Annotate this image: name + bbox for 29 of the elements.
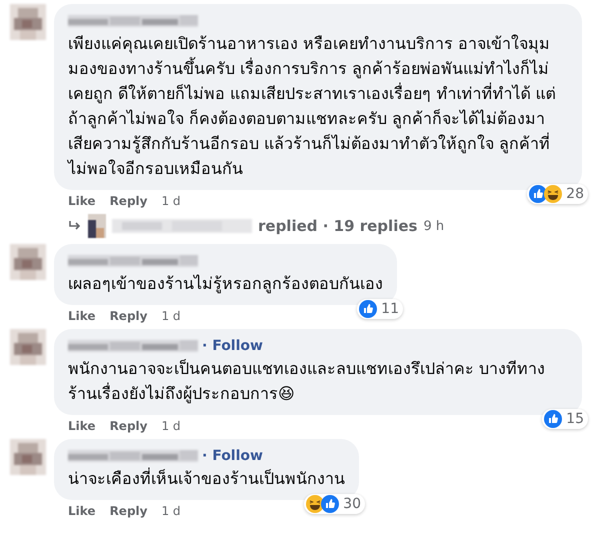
- comment-text: พนักงานอาจจะเป็นคนตอบแชทเองและลบแชทเองรึเปล่าคะ บางทีทางร้านเรื่องยังไม่ถึงผู้ประกอบการ😆: [68, 358, 546, 406]
- reaction-count-badge[interactable]: 11: [357, 299, 403, 319]
- action-link[interactable]: Like: [68, 419, 96, 433]
- timestamp: 9 h: [423, 218, 444, 234]
- comment-text: เพียงแค่คุณเคยเปิดร้านอาหารเอง หรือเคยทำงานบริการ อาจเข้าใจมุมมองของทางร้านขึ้นครับ เรื่องการบริการ ลูกค้าร้อยพ่อพันแม่ทำไงก็ไม่เคยถูก ดีให้ตายก็ไม่พอ แถมเสียประสาทเราเองเรื่อยๆ ทำเท่าที่ทำได้ แต่ถ้าลูกค้าไม่พอใจ ก็คงต้องตอบตามแชทละครับ ลูกค้าก็จะได้ไม่ต้องมาเสียความรู้สึกกับร้านอีกรอบ แล้วร้านก็ไม่ต้องมาทำตัวให้ถูกใจ ลูกค้าที่ไม่พอใจอีกรอบเหมือนกัน: [68, 33, 556, 180]
- follow-link[interactable]: · Follow: [202, 448, 263, 464]
- reply-arrow-icon: [68, 220, 82, 232]
- action-link[interactable]: Reply: [110, 504, 148, 518]
- reaction-count-badge[interactable]: 28: [527, 184, 588, 204]
- replies-link[interactable]: replied · 19 replies: [258, 217, 418, 235]
- laughing-face-icon: [544, 185, 562, 203]
- timestamp: 1 d: [161, 194, 181, 208]
- comment-text: น่าจะเคืองที่เห็นเจ้าของร้านเป็นพนักงาน: [68, 466, 345, 490]
- action-link[interactable]: Like: [68, 504, 96, 518]
- follow-link[interactable]: · Follow: [202, 338, 263, 354]
- action-link[interactable]: Like: [68, 309, 96, 323]
- reaction-count-badge[interactable]: 30: [304, 494, 365, 514]
- timestamp: 1 d: [161, 309, 181, 323]
- comment-text: เผลอๆเข้าของร้านไม่รู้หรอกลูกร้องตอบกันเอง: [68, 273, 383, 296]
- action-link[interactable]: Reply: [110, 194, 148, 208]
- reaction-count-badge[interactable]: 15: [542, 409, 588, 429]
- thumbs-up-icon: [544, 410, 562, 428]
- thumbs-up-icon: [359, 300, 378, 318]
- thumbs-up-icon: [321, 495, 340, 513]
- action-link[interactable]: Reply: [110, 419, 148, 433]
- timestamp: 1 d: [161, 419, 181, 433]
- action-link[interactable]: Like: [68, 194, 96, 208]
- timestamp: 1 d: [161, 504, 181, 518]
- action-link[interactable]: Reply: [110, 309, 148, 323]
